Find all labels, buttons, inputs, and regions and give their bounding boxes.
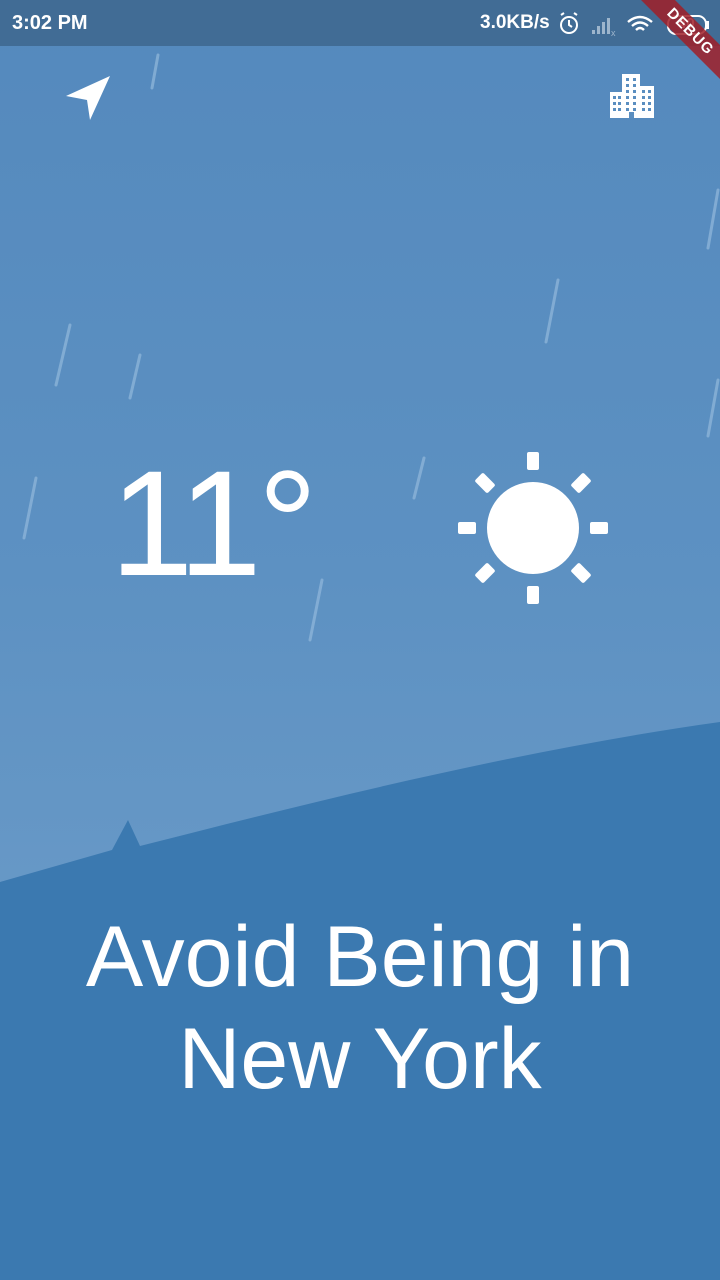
location-button[interactable]: [60, 70, 116, 126]
alarm-icon: [560, 12, 578, 34]
city-buildings-icon: [610, 74, 654, 118]
advice-message: Avoid Being in New York: [0, 906, 720, 1110]
status-time: 3:02 PM: [12, 12, 88, 34]
advice-line-1: Avoid Being in: [85, 909, 635, 1005]
svg-text:x: x: [611, 28, 616, 38]
temperature-value: 11°: [110, 439, 318, 607]
navigation-arrow-icon: [66, 76, 110, 120]
sun-icon: [458, 452, 608, 604]
network-speed: 3.0KB/s: [480, 12, 550, 33]
signal-icon: x: [592, 18, 616, 38]
status-bar: 3:02 PM 3.0KB/s x: [0, 0, 720, 46]
advice-line-2: New York: [178, 1011, 542, 1107]
wifi-icon: [627, 15, 653, 31]
weather-screen: 3:02 PM 3.0KB/s x DEBUG 11° Avoid Being …: [0, 0, 720, 1280]
city-button[interactable]: [604, 68, 660, 124]
